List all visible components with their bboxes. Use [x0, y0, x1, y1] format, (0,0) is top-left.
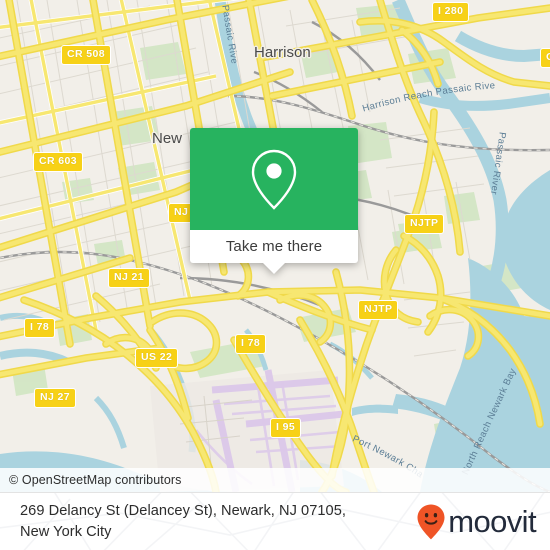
location-pin-icon [251, 149, 297, 210]
address-line-1: 269 Delancy St (Delancey St), Newark, NJ… [20, 502, 346, 519]
place-card-tail [263, 263, 285, 274]
map-attribution-bar: © OpenStreetMap contributors [0, 468, 550, 492]
shield-nj-21[interactable]: NJ 21 [108, 268, 151, 288]
take-me-there-label: Take me there [225, 238, 323, 255]
address-line-2: New York City [20, 523, 112, 540]
shield-nj-27[interactable]: NJ 27 [34, 388, 77, 408]
shield-edge-partial[interactable]: C [540, 48, 550, 68]
map-canvas[interactable]: Passaic Rive Harrison Reach Passaic Rive… [0, 0, 550, 492]
address-block: 269 Delancy St (Delancey St), Newark, NJ… [0, 501, 400, 542]
bottom-info-bar: 269 Delancy St (Delancey St), Newark, NJ… [0, 492, 550, 550]
osm-attribution-text[interactable]: © OpenStreetMap contributors [0, 473, 182, 487]
place-card-popup[interactable]: Take me there [190, 128, 358, 274]
place-card-header [190, 128, 358, 230]
shield-njtp-upper[interactable]: NJTP [404, 214, 445, 234]
shield-i-280[interactable]: I 280 [432, 2, 470, 22]
moovit-smiley-pin-icon [417, 504, 445, 539]
shield-cr-603[interactable]: CR 603 [33, 152, 84, 172]
moovit-brand[interactable]: moovit [416, 503, 550, 541]
shield-cr-508[interactable]: CR 508 [61, 45, 112, 65]
shield-i-78-east[interactable]: I 78 [235, 334, 267, 354]
shield-i-78-west[interactable]: I 78 [24, 318, 56, 338]
moovit-wordmark: moovit [448, 503, 536, 539]
shield-njtp-lower[interactable]: NJTP [358, 300, 399, 320]
shield-us-22[interactable]: US 22 [135, 348, 179, 368]
app-root: Passaic Rive Harrison Reach Passaic Rive… [0, 0, 550, 550]
take-me-there-button[interactable]: Take me there [190, 230, 358, 263]
place-label-harrison: Harrison [254, 44, 311, 61]
shield-i-95[interactable]: I 95 [270, 418, 302, 438]
place-label-newark: New [152, 130, 183, 147]
